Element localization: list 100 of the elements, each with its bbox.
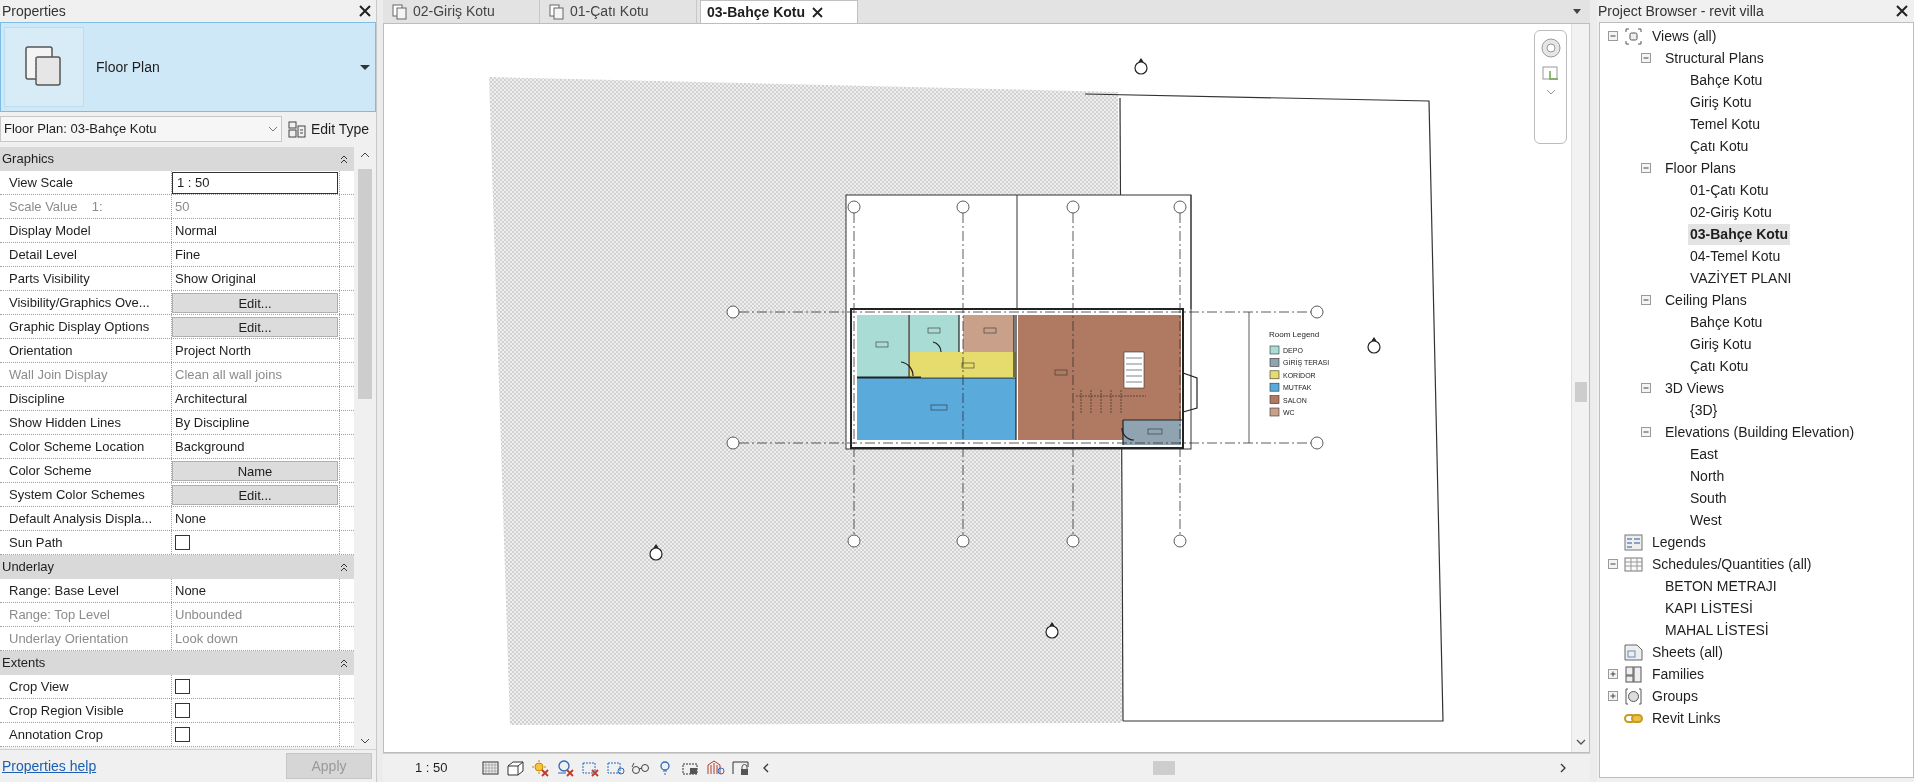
tab-list-caret-icon[interactable] (1572, 8, 1582, 15)
edit-button[interactable]: Name (172, 460, 338, 481)
grid-line[interactable] (726, 436, 1324, 450)
checkbox[interactable] (175, 727, 190, 742)
group-header[interactable]: Extents (0, 651, 355, 675)
checkbox[interactable] (175, 679, 190, 694)
collapse-icon[interactable] (340, 658, 349, 668)
edit-button[interactable]: Edit... (172, 292, 338, 313)
tree-item[interactable]: MAHAL LİSTESİ (1663, 619, 1771, 641)
tree-item[interactable]: South (1688, 487, 1729, 509)
tree-item[interactable]: Bahçe Kotu (1688, 311, 1765, 333)
edit-type-button[interactable]: Edit Type (286, 116, 372, 142)
scroll-up-icon[interactable] (360, 151, 371, 159)
dropdown-caret-icon[interactable] (359, 63, 371, 71)
detail-level-icon[interactable] (481, 759, 500, 778)
tree-item[interactable]: West (1688, 509, 1724, 531)
horizontal-scrollbar[interactable] (762, 759, 1567, 778)
elevation-marker[interactable] (1134, 58, 1148, 75)
scroll-down-icon[interactable] (360, 737, 371, 745)
checkbox[interactable] (175, 535, 190, 550)
tree-item[interactable]: Bahçe Kotu (1688, 69, 1765, 91)
elevation-marker[interactable] (1367, 337, 1381, 354)
crop-region-icon[interactable] (606, 759, 625, 778)
scrollbar-thumb[interactable] (1575, 382, 1587, 403)
expand-toggle[interactable] (1608, 691, 1618, 701)
grid-line[interactable] (847, 200, 861, 548)
tree-item[interactable]: 04-Temel Kotu (1688, 245, 1783, 267)
tree-item[interactable]: 03-Bahçe Kotu (1688, 223, 1791, 245)
property-value[interactable]: Fine (172, 244, 201, 265)
tree-item[interactable]: East (1688, 443, 1720, 465)
tree-item[interactable]: Giriş Kotu (1688, 91, 1754, 113)
property-value[interactable]: By Discipline (172, 412, 250, 433)
help-link[interactable]: Properties help (2, 755, 97, 777)
tree-item[interactable]: Floor Plans (1663, 157, 1738, 179)
tree-item[interactable]: Elevations (Building Elevation) (1663, 421, 1857, 443)
edit-button[interactable]: Edit... (172, 484, 338, 505)
tree-item[interactable]: Temel Kotu (1688, 113, 1763, 135)
scrollbar-thumb[interactable] (358, 169, 373, 399)
tree-item[interactable]: North (1688, 465, 1727, 487)
caret-down-icon[interactable] (1545, 89, 1556, 97)
lock-icon[interactable] (731, 759, 750, 778)
collapse-icon[interactable] (340, 154, 349, 164)
type-selector[interactable]: Floor Plan (0, 22, 376, 112)
crop-view-off-icon[interactable] (581, 759, 600, 778)
collapse-toggle[interactable] (1641, 427, 1651, 437)
edit-button[interactable]: Edit... (172, 316, 338, 337)
tree-item[interactable]: Ceiling Plans (1663, 289, 1749, 311)
tree-item[interactable]: 02-Giriş Kotu (1688, 201, 1774, 223)
collapse-icon[interactable] (340, 562, 349, 572)
reveal-elements-icon[interactable] (706, 759, 725, 778)
close-icon[interactable] (811, 5, 825, 19)
scrollbar-thumb[interactable] (1153, 761, 1175, 776)
tree-item[interactable]: Sheets (all) (1650, 641, 1725, 663)
checkbox[interactable] (175, 703, 190, 718)
property-value[interactable]: Show Original (172, 268, 256, 289)
tree-item[interactable]: Çatı Kotu (1688, 355, 1751, 377)
collapse-toggle[interactable] (1641, 163, 1651, 173)
grid-line[interactable] (726, 305, 1324, 319)
collapse-toggle[interactable] (1608, 559, 1618, 569)
collapse-toggle[interactable] (1608, 31, 1618, 41)
tree-item[interactable]: Structural Plans (1663, 47, 1766, 69)
property-value[interactable]: None (172, 508, 207, 529)
grid-line[interactable] (1173, 200, 1187, 548)
scroll-down-icon[interactable] (1575, 738, 1586, 747)
collapse-toggle[interactable] (1641, 383, 1651, 393)
tree-item[interactable]: Families (1650, 663, 1707, 685)
tree-item[interactable]: {3D} (1688, 399, 1720, 421)
tree-item[interactable]: 3D Views (1663, 377, 1726, 399)
tree-item[interactable]: Legends (1650, 531, 1708, 553)
cube-icon[interactable] (506, 759, 525, 778)
view-scale-label[interactable]: 1 : 50 (415, 758, 481, 778)
close-icon[interactable] (1895, 4, 1909, 18)
view-instance-dropdown[interactable]: Floor Plan: 03-Bahçe Kotu (0, 116, 282, 142)
expand-toggle[interactable] (1608, 669, 1618, 679)
collapse-toggle[interactable] (1641, 53, 1651, 63)
group-header[interactable]: Graphics (0, 147, 355, 171)
steering-wheel-icon[interactable] (1539, 37, 1562, 60)
group-header[interactable]: Underlay (0, 555, 355, 579)
close-icon[interactable] (358, 4, 372, 18)
shadows-off-icon[interactable] (556, 759, 575, 778)
tree-item[interactable]: BETON METRAJI (1663, 575, 1779, 597)
tree-item[interactable]: Revit Links (1650, 707, 1723, 729)
elevation-marker[interactable] (649, 544, 663, 561)
elevation-marker[interactable] (1045, 622, 1059, 639)
tree-item[interactable]: Çatı Kotu (1688, 135, 1751, 157)
property-value[interactable]: Background (172, 436, 245, 457)
tree-item[interactable]: VAZİYET PLANI (1688, 267, 1794, 289)
scroll-right-icon[interactable] (1559, 763, 1567, 774)
property-value[interactable]: Architectural (172, 388, 248, 409)
tree-item[interactable]: Schedules/Quantities (all) (1650, 553, 1814, 575)
view-scale-field[interactable]: 1 : 50 (172, 171, 338, 194)
tree-item[interactable]: Groups (1650, 685, 1700, 707)
view-tab[interactable]: 03-Bahçe Kotu (700, 0, 858, 24)
sun-off-icon[interactable] (531, 759, 550, 778)
vertical-scrollbar[interactable] (1571, 24, 1589, 753)
tree-item[interactable]: KAPI LİSTESİ (1663, 597, 1755, 619)
tree-item[interactable]: Giriş Kotu (1688, 333, 1754, 355)
property-value[interactable]: None (172, 580, 207, 601)
collapse-toggle[interactable] (1641, 295, 1651, 305)
tree-item[interactable]: 01-Çatı Kotu (1688, 179, 1771, 201)
